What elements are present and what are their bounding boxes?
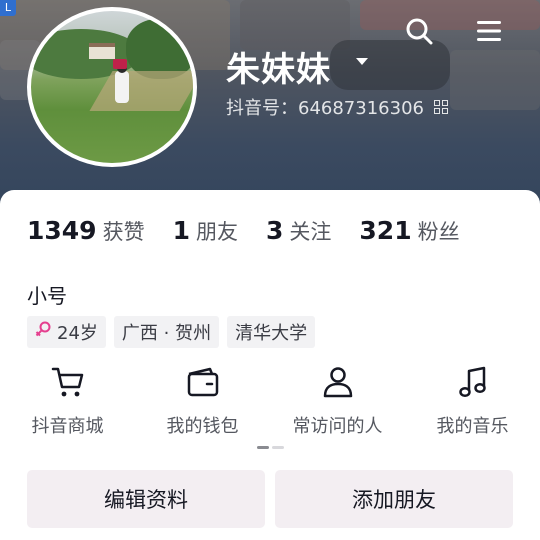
stats-row: 1349 获赞 1 朋友 3 关注 321 粉丝	[27, 216, 488, 246]
stat-number: 1	[172, 216, 190, 245]
corner-badge: L	[0, 0, 16, 16]
profile-tags: 24岁 广西 · 贺州 清华大学	[27, 316, 316, 348]
location-text: 广西 · 贺州	[121, 323, 212, 344]
stat-followers[interactable]: 321 粉丝	[359, 216, 459, 246]
douyin-id-row[interactable]: 抖音号：64687316306	[226, 94, 448, 120]
douyin-id: 抖音号：64687316306	[226, 98, 424, 119]
age-tag: 24岁	[27, 316, 106, 348]
school-tag: 清华大学	[227, 316, 316, 348]
avatar-person	[115, 63, 129, 103]
stat-friends[interactable]: 1 朋友	[173, 216, 238, 246]
stat-label: 朋友	[196, 220, 238, 244]
stat-likes[interactable]: 1349 获赞	[27, 216, 145, 246]
stat-label: 关注	[289, 220, 332, 244]
pager-dot	[272, 446, 284, 449]
shortcut-pager	[257, 446, 284, 449]
profile-card: 1349 获赞 1 朋友 3 关注 321 粉丝 小号 24岁 广西 · 贺州 …	[0, 190, 540, 540]
qr-code-icon[interactable]	[433, 100, 448, 114]
shortcut-label: 抖音商城	[31, 416, 104, 437]
shortcut-mall[interactable]: 抖音商城	[0, 362, 135, 438]
age-text: 24岁	[57, 323, 98, 344]
shortcut-row: 抖音商城 我的钱包 常访问的人 我的音乐	[0, 362, 540, 438]
shortcut-music[interactable]: 我的音乐	[405, 362, 540, 438]
stat-label: 获赞	[102, 220, 145, 244]
stat-following[interactable]: 3 关注	[266, 216, 331, 246]
school-text: 清华大学	[235, 323, 308, 344]
edit-profile-button[interactable]: 编辑资料	[27, 470, 265, 528]
cart-icon	[48, 362, 88, 402]
search-icon[interactable]	[404, 16, 434, 46]
menu-icon[interactable]	[474, 16, 504, 46]
avatar-flag	[113, 59, 127, 69]
cover-background-shape	[450, 50, 540, 110]
bio-text: 小号	[27, 284, 67, 308]
person-icon	[318, 362, 358, 402]
stat-label: 粉丝	[417, 220, 460, 244]
action-buttons: 编辑资料 添加朋友	[27, 470, 513, 528]
add-friend-button[interactable]: 添加朋友	[275, 470, 513, 528]
username: 朱妹妹	[226, 50, 331, 90]
avatar[interactable]	[27, 7, 197, 167]
shortcut-label: 常访问的人	[292, 416, 383, 437]
pager-dot-active	[257, 446, 269, 449]
wallet-icon	[183, 362, 223, 402]
female-icon	[35, 321, 51, 344]
music-note-icon	[453, 362, 493, 402]
top-icon-bar	[404, 16, 504, 46]
shortcut-frequent-visitors[interactable]: 常访问的人	[270, 362, 405, 438]
stat-number: 1349	[27, 216, 97, 245]
stat-number: 3	[266, 216, 284, 245]
shortcut-label: 我的钱包	[166, 416, 239, 437]
avatar-path	[89, 71, 193, 111]
chevron-down-icon[interactable]	[348, 52, 376, 74]
stat-number: 321	[359, 216, 412, 245]
avatar-tree	[126, 19, 193, 79]
shortcut-label: 我的音乐	[436, 416, 509, 437]
shortcut-wallet[interactable]: 我的钱包	[135, 362, 270, 438]
avatar-house	[89, 43, 115, 59]
location-tag: 广西 · 贺州	[113, 316, 220, 348]
